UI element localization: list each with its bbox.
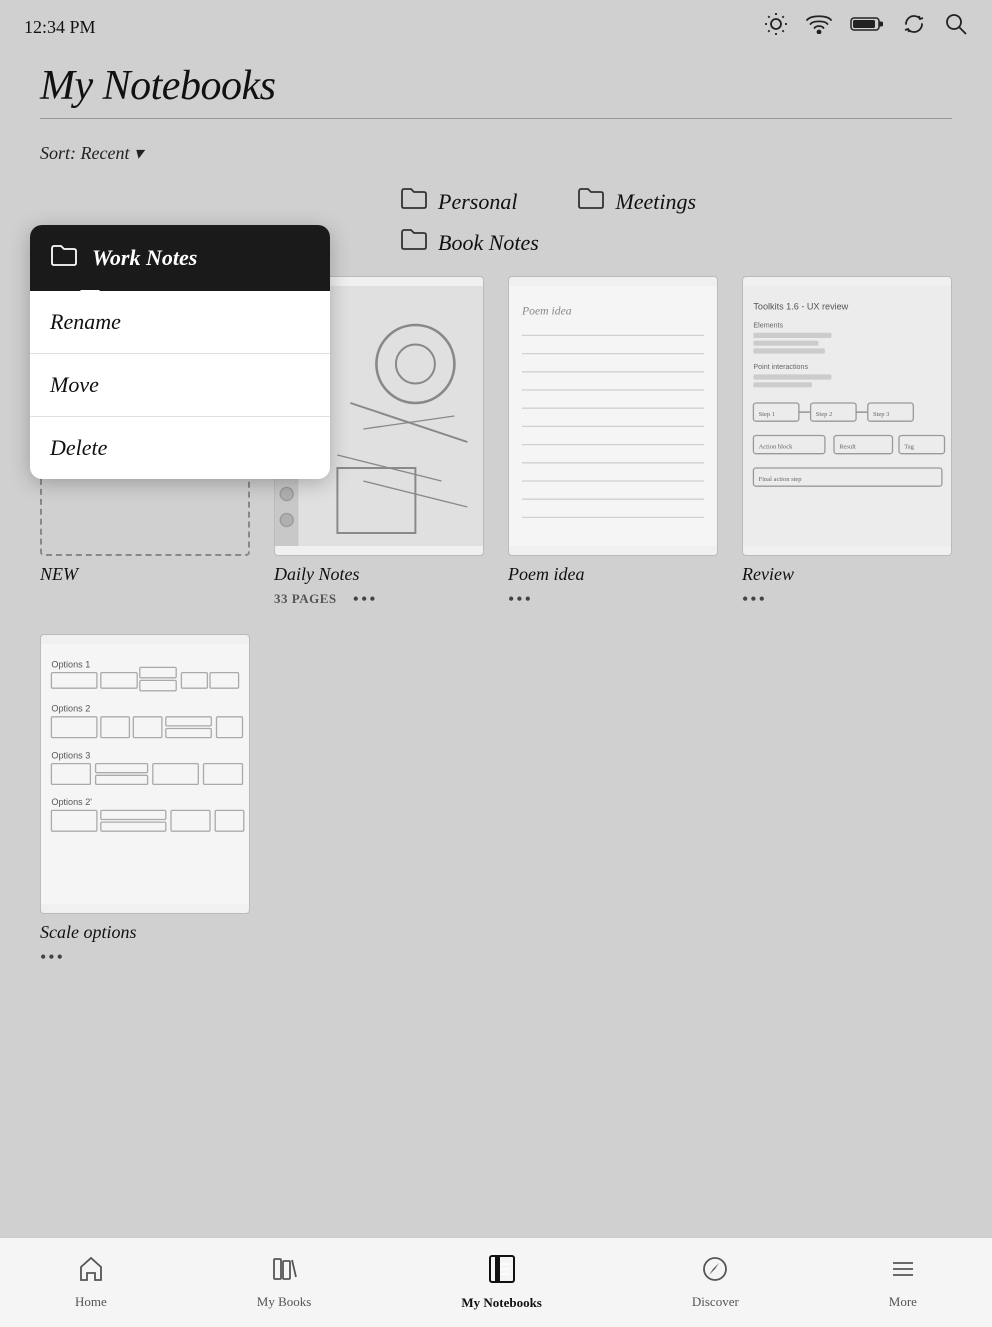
move-label: Move <box>50 372 99 397</box>
folder-icon-white <box>50 243 78 273</box>
discover-icon <box>701 1255 729 1290</box>
svg-text:Poem idea: Poem idea <box>521 305 572 318</box>
brightness-icon <box>764 12 788 42</box>
folder-item-book-notes[interactable]: Book Notes <box>400 227 539 258</box>
delete-menu-item[interactable]: Delete <box>30 417 330 479</box>
status-time: 12:34 PM <box>24 17 96 38</box>
svg-text:Options 2: Options 2 <box>51 704 90 714</box>
search-icon[interactable] <box>944 12 968 42</box>
folder-row: Personal Meetings <box>40 186 952 217</box>
more-icon <box>889 1255 917 1290</box>
sort-bar: Sort: Recent ▾ <box>0 131 992 176</box>
notebook-more-review[interactable]: ••• <box>742 589 952 610</box>
folder-item-personal[interactable]: Personal <box>400 186 517 217</box>
svg-text:Result: Result <box>839 444 856 451</box>
notebook-more-poem[interactable]: ••• <box>508 589 718 610</box>
notebook-title-review: Review <box>742 564 952 585</box>
bottom-nav: Home My Books My Notebooks <box>0 1237 992 1327</box>
nav-item-home[interactable]: Home <box>59 1247 123 1318</box>
status-icons <box>764 12 968 42</box>
discover-label: Discover <box>692 1294 739 1310</box>
title-divider <box>40 118 952 119</box>
my-notebooks-label: My Notebooks <box>461 1295 542 1311</box>
books-icon <box>270 1255 298 1290</box>
sort-label-text: Sort: <box>40 143 76 163</box>
folder-name-meetings: Meetings <box>615 189 696 215</box>
home-icon <box>77 1255 105 1290</box>
notebook-thumbnail-scale: Options 1 Options 2 Opti <box>40 634 250 914</box>
page-title-area: My Notebooks <box>0 54 992 131</box>
notebook-card-poem[interactable]: Poem idea Poem idea ••• <box>508 276 718 610</box>
status-bar: 12:34 PM <box>0 0 992 54</box>
context-menu: Work Notes Rename Move Delete <box>30 225 330 479</box>
svg-text:Options 1: Options 1 <box>51 659 90 669</box>
notebook-card-review[interactable]: Toolkits 1.6 - UX review Elements Point … <box>742 276 952 610</box>
my-books-label: My Books <box>257 1294 312 1310</box>
svg-text:Tag: Tag <box>904 444 914 451</box>
nav-item-more[interactable]: More <box>873 1247 933 1318</box>
nav-item-my-books[interactable]: My Books <box>241 1247 328 1318</box>
rename-label: Rename <box>50 309 121 334</box>
svg-text:Point interactions: Point interactions <box>753 363 808 371</box>
notebook-title-scale: Scale options <box>40 922 250 943</box>
battery-icon <box>850 15 884 39</box>
rename-menu-item[interactable]: Rename <box>30 291 330 354</box>
notebook-pages-daily: 33 PAGES <box>274 591 337 607</box>
notebook-title-new: NEW <box>40 564 250 585</box>
svg-text:Final action step: Final action step <box>759 476 802 483</box>
notebook-thumbnail-review: Toolkits 1.6 - UX review Elements Point … <box>742 276 952 556</box>
sync-icon <box>902 12 926 42</box>
notebook-title-daily: Daily Notes <box>274 564 484 585</box>
svg-text:Step 3: Step 3 <box>873 411 889 418</box>
notebook-title-poem: Poem idea <box>508 564 718 585</box>
nav-item-discover[interactable]: Discover <box>676 1247 755 1318</box>
notebook-more-scale[interactable]: ••• <box>40 947 250 968</box>
sort-value: Recent <box>81 143 130 163</box>
context-menu-header: Work Notes <box>30 225 330 291</box>
notebook-card-scale[interactable]: Options 1 Options 2 Opti <box>40 634 250 968</box>
folder-name-book-notes: Book Notes <box>438 230 539 256</box>
svg-text:Step 1: Step 1 <box>759 411 775 418</box>
nav-item-my-notebooks[interactable]: My Notebooks <box>445 1246 558 1319</box>
folder-icon-personal <box>400 186 428 217</box>
context-menu-arrow <box>80 290 100 302</box>
sort-chevron: ▾ <box>134 143 143 163</box>
notebook-meta-daily: 33 PAGES ••• <box>274 585 484 610</box>
svg-text:Action block: Action block <box>759 444 794 451</box>
move-menu-item[interactable]: Move <box>30 354 330 417</box>
svg-text:Step 2: Step 2 <box>816 411 832 418</box>
home-label: Home <box>75 1294 107 1310</box>
folder-icon-book-notes <box>400 227 428 258</box>
folder-item-meetings[interactable]: Meetings <box>577 186 696 217</box>
notebook-more-daily[interactable]: ••• <box>353 589 378 610</box>
notebook-icon <box>487 1254 517 1291</box>
wifi-icon <box>806 14 832 40</box>
svg-text:Options 2': Options 2' <box>51 797 92 807</box>
delete-label: Delete <box>50 435 107 460</box>
svg-text:Elements: Elements <box>753 322 783 330</box>
folder-name-personal: Personal <box>438 189 517 215</box>
svg-text:Options 3: Options 3 <box>51 750 90 760</box>
folder-icon-meetings <box>577 186 605 217</box>
sort-control[interactable]: Sort: Recent ▾ <box>40 143 143 163</box>
context-menu-title: Work Notes <box>92 245 197 271</box>
more-label: More <box>889 1294 917 1310</box>
page-title: My Notebooks <box>40 62 952 110</box>
notebook-thumbnail-poem: Poem idea <box>508 276 718 556</box>
svg-text:Toolkits 1.6 - UX review: Toolkits 1.6 - UX review <box>753 301 848 311</box>
notebooks-grid-row2: Options 1 Options 2 Opti <box>40 634 952 968</box>
